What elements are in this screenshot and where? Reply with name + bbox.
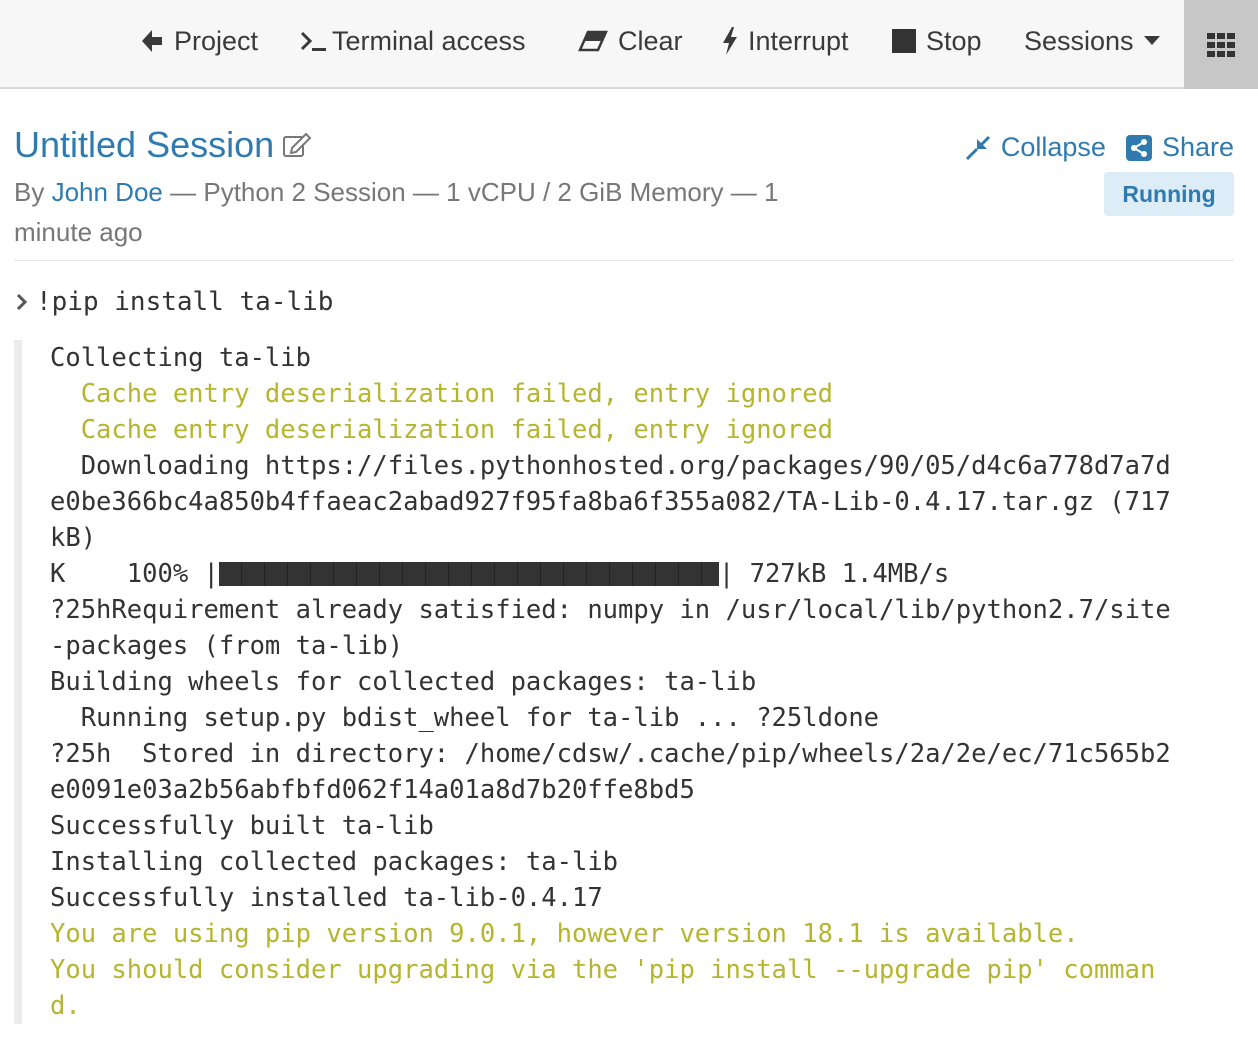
share-icon — [1125, 134, 1152, 161]
session-title-row: Untitled Session — [14, 124, 312, 166]
interrupt-label: Interrupt — [748, 25, 849, 56]
session-meta: By John Doe — Python 2 Session — 1 vCPU … — [14, 172, 814, 252]
cell-output: Collecting ta-lib Cache entry deserializ… — [14, 340, 1204, 1024]
output-line: You should consider upgrading via the 'p… — [50, 955, 1156, 985]
download-progress-bar — [218, 562, 719, 586]
header-divider — [14, 260, 1234, 261]
author-link[interactable]: John Doe — [52, 177, 163, 207]
chevron-right-icon — [16, 293, 28, 311]
share-label: Share — [1161, 132, 1234, 162]
project-button[interactable]: Project — [140, 22, 258, 60]
output-line: kB) — [50, 523, 97, 553]
output-line: d. — [50, 991, 81, 1021]
output-line: Cache entry deserialization failed, entr… — [50, 379, 833, 409]
output-line: Successfully installed ta-lib-0.4.17 — [50, 883, 603, 913]
compress-icon — [965, 135, 990, 160]
output-line: Installing collected packages: ta-lib — [50, 847, 619, 877]
top-toolbar: Project Terminal access Clear Interrupt … — [0, 0, 1258, 89]
output-line: ?25h Stored in directory: /home/cdsw/.ca… — [50, 739, 1171, 769]
output-line: ?25hRequirement already satisfied: numpy… — [50, 595, 1171, 625]
output-line: Downloading https://files.pythonhosted.o… — [50, 451, 1171, 481]
interrupt-button[interactable]: Interrupt — [722, 22, 849, 60]
sessions-label: Sessions — [1024, 25, 1134, 56]
output-line: You are using pip version 9.0.1, however… — [50, 919, 1079, 949]
eraser-icon — [578, 30, 608, 52]
grid-icon — [1207, 32, 1235, 57]
collapse-label: Collapse — [1000, 132, 1106, 162]
clear-label: Clear — [618, 25, 683, 56]
output-line: Building wheels for collected packages: … — [50, 667, 757, 697]
output-line: Collecting ta-lib — [50, 343, 311, 373]
share-button[interactable]: Share — [1125, 132, 1234, 163]
input-cell[interactable]: !pip install ta-lib — [16, 287, 333, 317]
collapse-button[interactable]: Collapse — [965, 132, 1106, 163]
bolt-icon — [723, 27, 737, 55]
session-actions: Collapse Share — [965, 132, 1234, 163]
progress-suffix: | 727kB 1.4MB/s — [718, 559, 950, 589]
stop-label: Stop — [926, 25, 982, 56]
output-line: Successfully built ta-lib — [50, 811, 434, 841]
progress-prefix: K 100% | — [50, 559, 219, 589]
sessions-dropdown[interactable]: Sessions — [1024, 22, 1160, 60]
terminal-prompt-icon — [300, 31, 326, 51]
edit-icon[interactable] — [282, 132, 312, 158]
clear-button[interactable]: Clear — [578, 22, 683, 60]
output-line: e0be366bc4a850b4ffaeac2abad927f95fa8ba6f… — [50, 487, 1171, 517]
input-code: !pip install ta-lib — [36, 287, 334, 317]
caret-down-icon — [1143, 36, 1160, 45]
output-line: K 100% | | 727kB 1.4MB/s — [50, 556, 1204, 592]
apps-grid-button[interactable] — [1184, 0, 1258, 89]
output-line: -packages (from ta-lib) — [50, 631, 404, 661]
arrow-left-icon — [142, 30, 162, 52]
session-title[interactable]: Untitled Session — [14, 124, 274, 166]
terminal-access-label: Terminal access — [332, 25, 526, 56]
by-label: By — [14, 177, 45, 207]
project-label: Project — [174, 25, 259, 56]
terminal-access-button[interactable]: Terminal access — [300, 22, 526, 60]
output-line: Cache entry deserialization failed, entr… — [50, 415, 833, 445]
stop-button[interactable]: Stop — [892, 22, 982, 60]
output-line: e0091e03a2b56abfbfd062f14a01a8d7b20ffe8b… — [50, 775, 695, 805]
output-line: Running setup.py bdist_wheel for ta-lib … — [50, 703, 880, 733]
stop-square-icon — [892, 29, 916, 53]
status-badge: Running — [1104, 172, 1234, 216]
